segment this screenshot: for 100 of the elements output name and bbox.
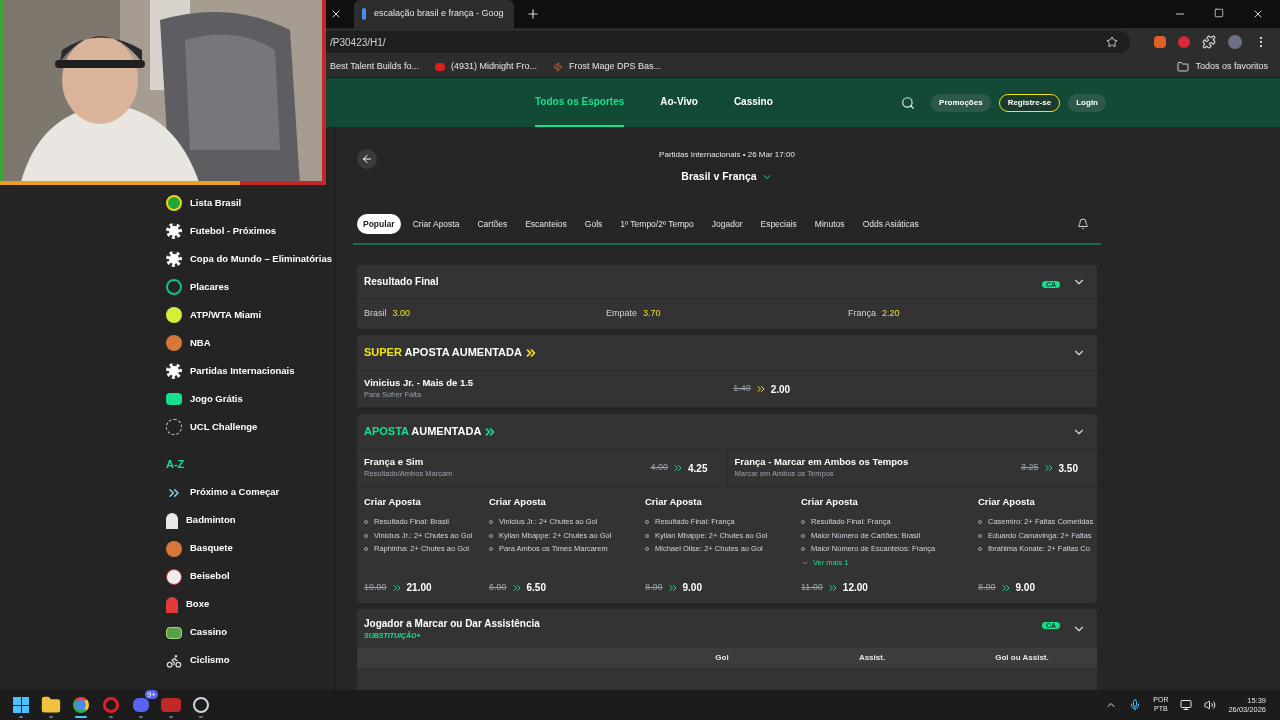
close-icon[interactable] [1252, 8, 1264, 20]
market-tab[interactable]: 1º Tempo/2º Tempo [614, 214, 700, 234]
header-button[interactable]: Login [1068, 93, 1106, 112]
nav-tab[interactable]: Ao-Vivo [660, 78, 698, 127]
sidebar-item[interactable]: UCL Challenge [166, 413, 335, 441]
volume-icon[interactable] [1204, 699, 1217, 711]
browser-tab[interactable]: escalação brasil e frança - Goog [354, 0, 514, 28]
market-tab[interactable]: Escanteios [519, 214, 573, 234]
sidebar-item[interactable]: Copa do Mundo – Eliminatórias [166, 245, 335, 273]
sidebar-item[interactable]: Partidas Internacionais [166, 357, 335, 385]
market-tab[interactable]: Gols [578, 214, 609, 234]
sidebar-item[interactable]: Jogo Grátis [166, 385, 335, 413]
old-odds: 3.25 [1021, 461, 1039, 475]
folder-icon [1177, 60, 1190, 73]
selection-name: França - Marcar em Ambos os Tempos [734, 456, 909, 469]
extension-icon[interactable] [1154, 36, 1166, 48]
bookmark[interactable]: (4931) Midnight Fro... [434, 59, 537, 74]
browser-icon[interactable] [73, 697, 89, 713]
boosted-odds[interactable]: 9.00 [682, 580, 702, 595]
market-tab[interactable]: Especiais [754, 214, 803, 234]
opera-icon[interactable] [103, 697, 119, 713]
market-title: Resultado Final [364, 275, 439, 289]
bookmark-star-icon[interactable] [1106, 36, 1118, 48]
boosted-odds[interactable]: 4.25 [688, 460, 708, 476]
back-button[interactable] [357, 149, 377, 169]
selection-name: Vinicius Jr. - Mais de 1.5 [364, 377, 474, 390]
bet-builder-title: Criar Aposta [364, 495, 422, 509]
market-tab[interactable]: Odds Asiáticas [856, 214, 925, 234]
header-button[interactable]: Promoções [931, 93, 991, 112]
competition-label: Partidas Internacionais • 26 Mar 17:00 [659, 149, 795, 161]
market-title: APOSTA AUMENTADA [364, 424, 482, 440]
extensions-icon[interactable] [1202, 35, 1216, 49]
market-title: Jogador a Marcar ou Dar Assistência [364, 616, 540, 631]
nav-tab[interactable]: Todos os Esportes [535, 78, 625, 127]
baseball-icon [166, 568, 182, 585]
boosted-odds[interactable]: 6.50 [526, 580, 546, 595]
new-tab-icon[interactable] [526, 7, 540, 21]
back-arrow-icon [361, 153, 373, 165]
sidebar-item[interactable]: Futebol - Próximos [166, 217, 335, 245]
bet-builder-title: Criar Aposta [645, 495, 703, 509]
address-bar[interactable]: /P30423/H1/ [326, 31, 1130, 53]
network-icon[interactable] [1180, 699, 1193, 711]
column-header: Assist. [858, 652, 886, 664]
sidebar-item[interactable]: Basquete [166, 534, 335, 563]
boosted-odds[interactable]: 12.00 [842, 580, 868, 595]
boosted-odds[interactable]: 21.00 [406, 580, 432, 595]
sidebar-item[interactable]: Cassino [166, 618, 335, 647]
market-tab[interactable]: Minutos [808, 214, 851, 234]
sidebar-item[interactable]: Beisebol [166, 562, 335, 591]
notification-bell-icon[interactable] [1077, 218, 1089, 230]
boosted-odds[interactable]: 2.00 [770, 381, 791, 397]
sidebar-item[interactable]: Placares [166, 273, 335, 301]
old-odds: 8.00 [978, 580, 996, 594]
microphone-icon[interactable] [1129, 699, 1142, 711]
match-title: Brasil v França [681, 169, 757, 184]
recorder-icon[interactable] [193, 697, 209, 713]
maximize-icon[interactable] [1214, 8, 1224, 18]
sidebar-item[interactable]: Badminton [166, 506, 335, 535]
sidebar-item[interactable]: Ciclismo [166, 646, 335, 675]
market-tab[interactable]: Jogador [705, 214, 749, 234]
bookmark[interactable]: Frost Mage DPS Bas... [552, 59, 661, 74]
bet-builder-title: Criar Aposta [801, 495, 859, 509]
search-icon[interactable] [901, 95, 916, 110]
column-header: Gol [715, 652, 729, 664]
adblock-icon[interactable] [1178, 36, 1190, 48]
old-odds: 1.40 [733, 382, 751, 396]
boxing-glove-icon [166, 596, 178, 613]
odds-button[interactable]: Brasil 3.00 [364, 307, 606, 321]
wand-icon [552, 61, 563, 72]
market-title: SUPER APOSTA AUMENTADA [364, 345, 522, 361]
close-tab-icon[interactable] [330, 8, 342, 20]
notification-badge: 9+ [144, 690, 158, 699]
bicycle-icon [166, 652, 182, 669]
chat-app-icon[interactable] [133, 698, 149, 712]
sidebar-item[interactable]: Boxe [166, 590, 335, 619]
nav-tab[interactable]: Cassino [733, 78, 773, 127]
sidebar-item[interactable]: NBA [166, 329, 335, 357]
odds-button[interactable]: Empate 3.70 [606, 307, 848, 321]
boosted-odds[interactable]: 9.00 [1015, 580, 1035, 595]
old-odds: 8.00 [645, 580, 663, 594]
sidebar-item[interactable]: Lista Brasil [166, 189, 335, 217]
folder-icon[interactable] [41, 695, 61, 715]
slot-machine-icon [166, 626, 182, 639]
sidebar-item[interactable]: Próximo a Começar [166, 478, 335, 507]
old-odds: 4.00 [650, 461, 669, 475]
old-odds: 11.00 [801, 580, 823, 594]
profile-avatar[interactable] [1228, 35, 1242, 49]
market-tab[interactable]: Cartões [471, 214, 514, 234]
windows-icon[interactable] [13, 697, 29, 713]
odds-button[interactable]: França 2.20 [848, 307, 1090, 321]
shuttlecock-icon [166, 512, 178, 529]
market-tab[interactable]: Popular [357, 214, 401, 234]
sidebar-item[interactable]: ATP/WTA Miami [166, 301, 335, 329]
number-icon [166, 279, 182, 295]
market-tab[interactable]: Criar Aposta [406, 214, 466, 234]
boosted-odds[interactable]: 3.50 [1058, 460, 1078, 476]
bookmark[interactable]: Best Talent Builds fo... [330, 59, 419, 74]
game-icon [166, 393, 182, 405]
header-button[interactable]: Registre-se [998, 93, 1061, 112]
bookmark-folder[interactable]: Todos os favoritos [1177, 59, 1268, 74]
